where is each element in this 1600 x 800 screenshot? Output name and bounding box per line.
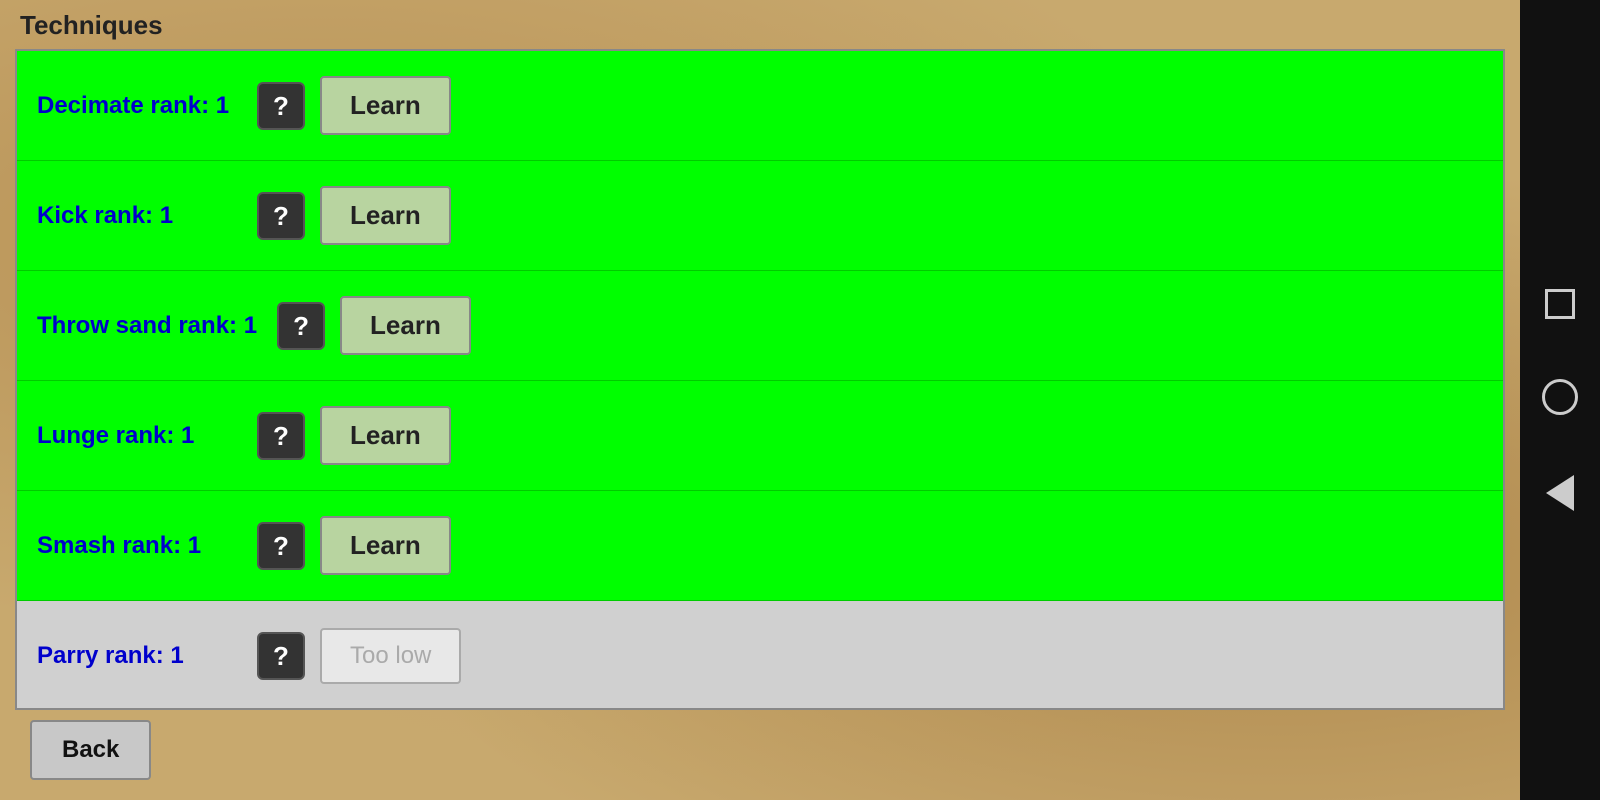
question-mark-icon: ? (273, 643, 289, 669)
technique-name-lunge: Lunge rank: 1 (37, 422, 237, 450)
back-button-icon[interactable] (1546, 475, 1574, 511)
back-button[interactable]: Back (30, 720, 151, 780)
technique-row-throw-sand: Throw sand rank: 1? Learn (17, 271, 1503, 381)
page-title: Techniques (15, 10, 1505, 41)
technique-name-decimate: Decimate rank: 1 (37, 92, 237, 120)
learn-button-decimate[interactable]: Learn (320, 76, 451, 135)
stop-button-icon[interactable] (1545, 289, 1575, 319)
info-button-parry[interactable]: ? (257, 632, 305, 680)
learn-button-throw-sand[interactable]: Learn (340, 296, 471, 355)
question-mark-icon: ? (273, 533, 289, 559)
technique-row-smash: Smash rank: 1? Learn (17, 491, 1503, 601)
learn-button-kick[interactable]: Learn (320, 186, 451, 245)
technique-row-parry: Parry rank: 1? Too low (17, 601, 1503, 710)
info-button-smash[interactable]: ? (257, 522, 305, 570)
too-low-button-parry: Too low (320, 628, 461, 684)
question-mark-icon: ? (293, 313, 309, 339)
technique-row-decimate: Decimate rank: 1? Learn (17, 51, 1503, 161)
question-mark-icon: ? (273, 203, 289, 229)
technique-name-kick: Kick rank: 1 (37, 202, 237, 230)
info-button-decimate[interactable]: ? (257, 82, 305, 130)
techniques-list: Decimate rank: 1? Learn Kick rank: 1? Learn… (15, 49, 1505, 710)
android-nav-bar (1520, 0, 1600, 800)
learn-button-lunge[interactable]: Learn (320, 406, 451, 465)
info-button-lunge[interactable]: ? (257, 412, 305, 460)
main-area: Techniques Decimate rank: 1?LearnKick ra… (0, 0, 1520, 800)
bottom-bar: Back (15, 710, 1505, 790)
info-button-throw-sand[interactable]: ? (277, 302, 325, 350)
home-button-icon[interactable] (1542, 379, 1578, 415)
technique-row-lunge: Lunge rank: 1? Learn (17, 381, 1503, 491)
technique-name-smash: Smash rank: 1 (37, 532, 237, 560)
question-mark-icon: ? (273, 93, 289, 119)
technique-name-parry: Parry rank: 1 (37, 642, 237, 670)
question-mark-icon: ? (273, 423, 289, 449)
info-button-kick[interactable]: ? (257, 192, 305, 240)
technique-name-throw-sand: Throw sand rank: 1 (37, 312, 257, 340)
learn-button-smash[interactable]: Learn (320, 516, 451, 575)
technique-row-kick: Kick rank: 1? Learn (17, 161, 1503, 271)
